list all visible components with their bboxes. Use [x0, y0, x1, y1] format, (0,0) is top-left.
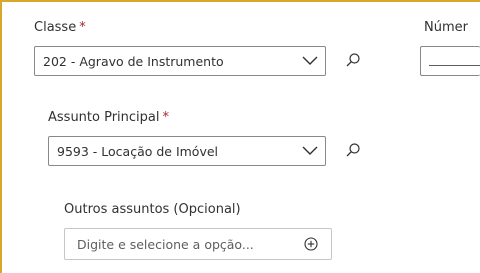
classe-label-text: Classe: [34, 20, 77, 35]
classe-label: Classe *: [34, 20, 86, 35]
required-mark: *: [162, 110, 170, 125]
classe-select-value: 202 - Agravo de Instrumento: [43, 53, 224, 69]
chevron-down-icon: [295, 47, 325, 75]
assunto-principal-label-text: Assunto Principal: [48, 110, 160, 125]
assunto-principal-label: Assunto Principal *: [48, 110, 169, 125]
classe-select[interactable]: 202 - Agravo de Instrumento: [34, 46, 326, 76]
assunto-principal-select-value: 9593 - Locação de Imóvel: [57, 143, 219, 159]
outros-assuntos-combobox[interactable]: Digite e selecione a opção...: [64, 228, 332, 260]
numero-label-text: Númer: [424, 20, 468, 35]
numero-input[interactable]: [420, 46, 480, 76]
search-icon: [345, 142, 361, 162]
outros-assuntos-label: Outros assuntos (Opcional): [64, 202, 241, 217]
numero-input-mask: [429, 57, 480, 66]
required-mark: *: [79, 20, 86, 35]
chevron-down-icon: [295, 137, 325, 165]
classe-search-button[interactable]: [338, 47, 368, 77]
assunto-principal-select[interactable]: 9593 - Locação de Imóvel: [48, 136, 326, 166]
assunto-principal-search-button[interactable]: [338, 137, 368, 167]
outros-assuntos-placeholder: Digite e selecione a opção...: [77, 236, 254, 252]
outros-assuntos-label-text: Outros assuntos (Opcional): [64, 202, 241, 217]
numero-label: Númer: [424, 20, 468, 35]
add-circle-icon[interactable]: [297, 230, 325, 258]
search-icon: [345, 52, 361, 72]
